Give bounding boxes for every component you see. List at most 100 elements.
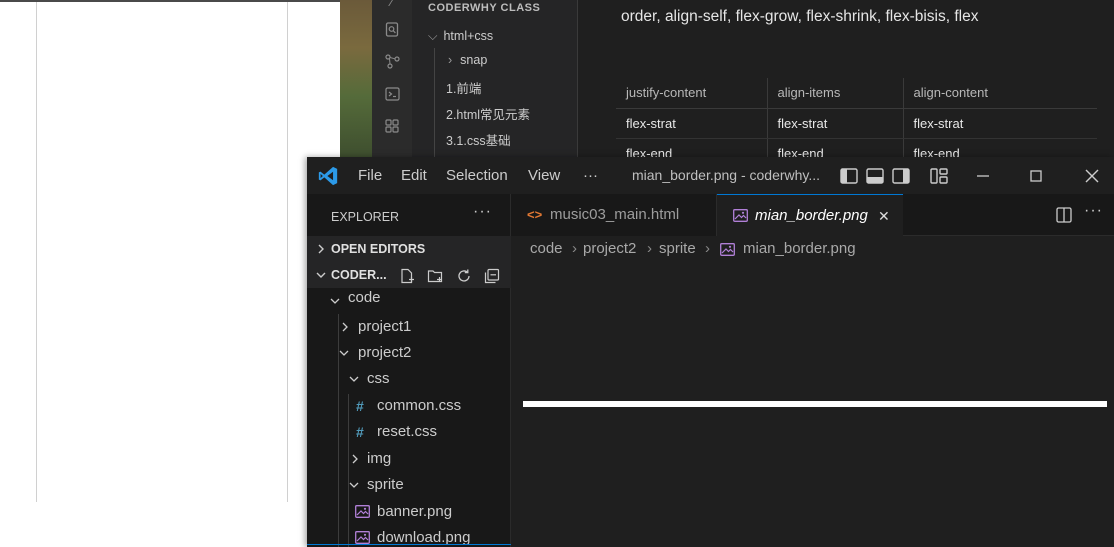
chevron-right-icon <box>342 322 348 332</box>
notes-content: order, align-self, flex-grow, flex-shrin… <box>578 0 1114 169</box>
table-cell: flex-strat <box>902 108 1097 139</box>
maximize-icon[interactable] <box>1026 166 1046 186</box>
table-header: justify-content <box>616 78 767 109</box>
tree-file-banner-png[interactable]: banner.png <box>307 499 511 525</box>
breadcrumb-item[interactable]: sprite <box>659 236 696 262</box>
explorer-title: EXPLORER <box>331 210 400 224</box>
breadcrumb-item[interactable]: project2 <box>583 236 636 262</box>
breadcrumb-separator-icon: › <box>705 240 710 257</box>
tree-label: code <box>348 289 381 306</box>
page-right-guide <box>287 2 288 502</box>
breadcrumb-separator-icon: › <box>572 240 577 257</box>
split-editor-icon[interactable] <box>1055 206 1073 224</box>
collapse-all-icon[interactable] <box>484 267 500 284</box>
notes-tree-item[interactable]: 2.html常见元素 <box>446 104 530 123</box>
tree-file-common-css[interactable]: # common.css <box>307 393 511 419</box>
refresh-icon[interactable] <box>456 267 472 283</box>
menu-edit[interactable]: Edit <box>401 157 427 194</box>
editor-tabs: <> music03_main.html mian_border.png ✕ ·… <box>511 194 1114 236</box>
image-icon <box>720 243 735 256</box>
tab-mian-border-png[interactable]: mian_border.png ✕ <box>717 194 903 236</box>
table-row: flex-strat flex-strat flex-strat <box>616 108 1097 139</box>
notes-sidebar: CODERWHY CLASS ⌵ html+css › snap 1.前端 2.ht… <box>412 0 578 160</box>
toggle-primary-sidebar-icon[interactable] <box>839 166 859 186</box>
terminal-icon[interactable] <box>384 87 400 103</box>
menu-more[interactable]: ··· <box>583 157 598 194</box>
breadcrumb-item[interactable]: mian_border.png <box>743 236 856 262</box>
tree-label: sprite <box>367 476 404 493</box>
breadcrumb-item[interactable]: code <box>530 236 563 262</box>
notes-activity-rail: ⁄ <box>372 0 412 160</box>
background-photo-strip <box>340 0 372 160</box>
table-cell: flex-strat <box>616 108 767 139</box>
image-preview-editor <box>511 264 1114 547</box>
menu-selection[interactable]: Selection <box>446 157 508 194</box>
breadcrumb-separator-icon: › <box>647 240 652 257</box>
chevron-down-icon <box>339 350 349 356</box>
tree-label: project1 <box>358 318 412 335</box>
chevron-down-icon <box>349 482 359 488</box>
customize-layout-icon[interactable] <box>929 166 949 186</box>
tree-label: common.css <box>377 397 462 414</box>
toggle-panel-icon[interactable] <box>865 166 885 186</box>
editor-more-actions-button[interactable]: ··· <box>1084 202 1103 220</box>
tab-label: mian_border.png <box>755 207 868 224</box>
window-title: mian_border.png - coderwhy... <box>632 167 821 183</box>
workspace-section[interactable]: CODER... <box>307 262 511 288</box>
tab-music03-main-html[interactable]: <> music03_main.html <box>511 194 717 236</box>
tree-folder-css[interactable]: css <box>307 366 511 392</box>
tree-label: img <box>367 450 392 467</box>
chevron-right-icon: › <box>448 53 453 67</box>
html-icon: <> <box>527 207 543 222</box>
notes-tree-item[interactable]: 3.1.css基础 <box>446 130 511 149</box>
tree-folder-code[interactable]: code <box>307 288 511 314</box>
open-editors-section[interactable]: OPEN EDITORS <box>307 236 511 262</box>
grid-icon[interactable] <box>384 119 400 135</box>
tree-folder-project1[interactable]: project1 <box>307 314 511 340</box>
chevron-down-icon <box>330 298 340 304</box>
notes-tree-item[interactable]: › snap <box>448 53 487 67</box>
toggle-secondary-sidebar-icon[interactable] <box>891 166 911 186</box>
tree-label: css <box>367 370 390 387</box>
tree-folder-img[interactable]: img <box>307 446 511 472</box>
table-cell: flex-strat <box>766 108 903 139</box>
table-header: align-items <box>766 78 903 109</box>
vscode-window: File Edit Selection View ··· mian_border… <box>307 157 1114 547</box>
background-page <box>0 0 340 547</box>
close-window-icon[interactable] <box>1082 166 1102 186</box>
chevron-right-icon <box>352 454 358 464</box>
chevron-right-icon <box>318 244 324 254</box>
flex-properties-table: justify-content align-items align-conten… <box>616 78 1097 169</box>
notes-tree-item[interactable]: ⌵ html+css <box>428 29 493 44</box>
explorer-sidebar: EXPLORER ··· OPEN EDITORS CODER... code <box>307 194 511 547</box>
breadcrumb: code › project2 › sprite › mian_border.p… <box>511 236 1114 264</box>
css-file-icon: # <box>356 424 364 440</box>
table-header: align-content <box>902 78 1097 109</box>
explorer-more-button[interactable]: ··· <box>473 203 492 221</box>
menu-view[interactable]: View <box>528 157 560 194</box>
css-file-icon: # <box>356 398 364 414</box>
tree-file-reset-css[interactable]: # reset.css <box>307 419 511 445</box>
menu-file[interactable]: File <box>358 157 382 194</box>
tree-label: banner.png <box>377 503 453 520</box>
new-folder-icon[interactable] <box>427 267 443 283</box>
chevron-down-icon <box>316 272 326 278</box>
image-icon <box>733 209 748 222</box>
tree-guide <box>434 48 435 160</box>
minimize-icon[interactable] <box>973 166 993 186</box>
page-top-border <box>0 0 340 2</box>
search-doc-icon[interactable] <box>384 22 400 38</box>
tree-folder-sprite[interactable]: sprite <box>307 472 511 498</box>
notes-tree-item[interactable]: 1.前端 <box>446 78 481 97</box>
vscode-logo-icon <box>318 166 338 186</box>
tree-label: project2 <box>358 344 412 361</box>
tree-folder-project2[interactable]: project2 <box>307 340 511 366</box>
outline-icon[interactable]: ⁄ <box>384 0 400 10</box>
previewed-image <box>523 401 1107 407</box>
image-file-icon <box>355 531 370 544</box>
graph-icon[interactable] <box>384 54 400 70</box>
new-file-icon[interactable] <box>399 267 415 284</box>
close-tab-icon[interactable]: ✕ <box>878 195 890 237</box>
page-left-guide <box>36 2 37 502</box>
notes-section-title: CODERWHY CLASS <box>428 2 541 14</box>
